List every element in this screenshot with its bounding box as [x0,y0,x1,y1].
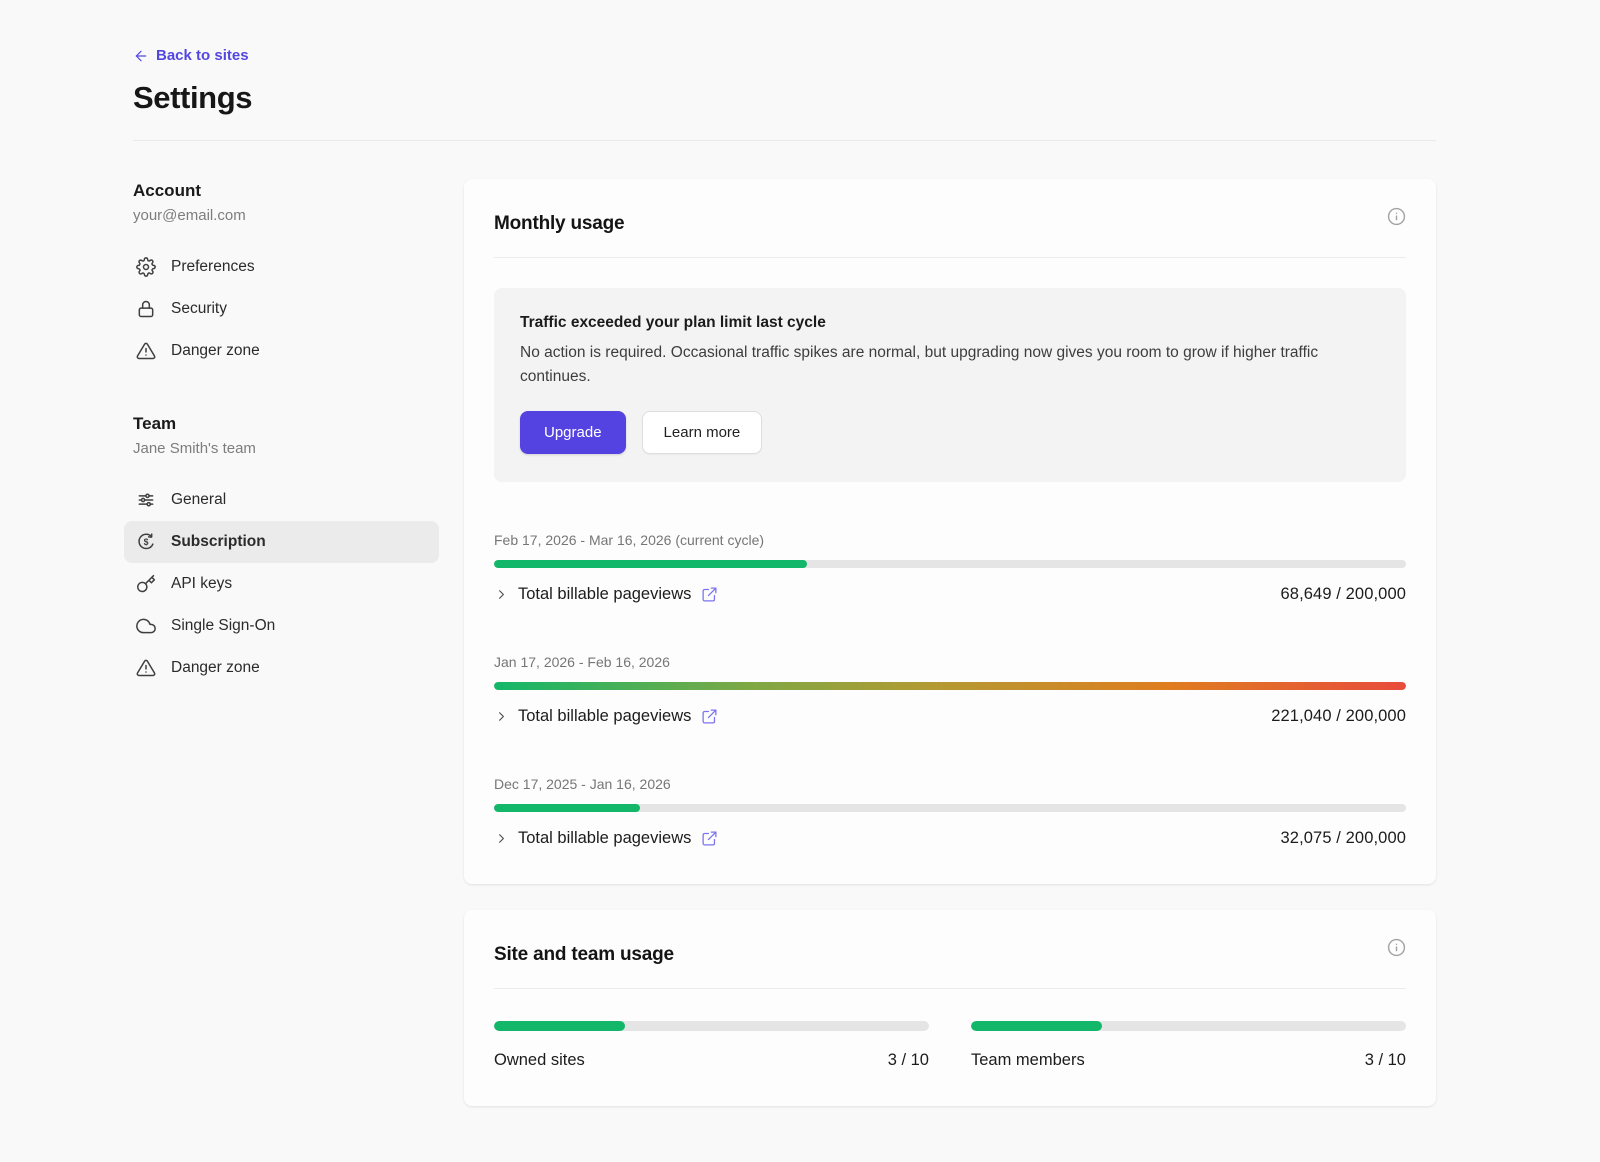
sidebar-item-label: Danger zone [171,659,260,677]
billable-pageviews-toggle[interactable]: Total billable pageviews [494,829,718,848]
team-section: Team Jane Smith's team General $ Subscri… [133,414,439,689]
sidebar-item-api-keys[interactable]: API keys [124,563,439,605]
usage-progress-track [494,682,1406,690]
usage-cycle: Feb 17, 2026 - Mar 16, 2026 (current cyc… [494,532,1406,604]
traffic-exceeded-notice: Traffic exceeded your plan limit last cy… [494,288,1406,482]
warning-triangle-icon [136,658,156,678]
meter-label: Owned sites [494,1051,585,1070]
meter-label: Team members [971,1051,1085,1070]
owned-sites-meter: Owned sites 3 / 10 [494,1021,929,1070]
sidebar-item-label: General [171,491,226,509]
usage-cycle: Dec 17, 2025 - Jan 16, 2026 Total billab… [494,776,1406,848]
info-icon[interactable] [1387,207,1406,226]
usage-progress-fill [494,682,1406,690]
warning-triangle-icon [136,341,156,361]
card-divider [494,257,1406,258]
learn-more-button[interactable]: Learn more [642,411,763,454]
usage-progress-track [494,560,1406,568]
team-name: Jane Smith's team [133,440,439,457]
card-divider [494,988,1406,989]
meter-value: 3 / 10 [888,1051,929,1070]
upgrade-button[interactable]: Upgrade [520,411,626,454]
sidebar-item-label: API keys [171,575,232,593]
sidebar-item-label: Subscription [171,533,266,551]
meter-value: 3 / 10 [1365,1051,1406,1070]
site-team-usage-title: Site and team usage [494,938,674,966]
sidebar-item-label: Preferences [171,258,255,276]
cycle-period: Jan 17, 2026 - Feb 16, 2026 [494,654,1406,670]
metric-label: Total billable pageviews [518,829,691,848]
team-nav: General $ Subscription API keys [124,479,439,689]
monthly-usage-title: Monthly usage [494,207,624,235]
chevron-right-icon [494,709,509,724]
site-team-usage-card: Site and team usage Owned sites 3 / 10 [464,910,1436,1106]
usage-value: 32,075 / 200,000 [1281,829,1406,848]
settings-content: Monthly usage Traffic exceeded your plan… [464,141,1436,1106]
monthly-usage-card: Monthly usage Traffic exceeded your plan… [464,179,1436,884]
metric-label: Total billable pageviews [518,707,691,726]
settings-page: Back to sites Settings Account your@emai… [0,0,1600,1106]
notice-title: Traffic exceeded your plan limit last cy… [520,314,1380,332]
settings-sidebar: Account your@email.com Preferences Secur… [133,141,439,689]
lock-icon [136,299,156,319]
notice-body: No action is required. Occasional traffi… [520,341,1380,389]
sidebar-item-subscription[interactable]: $ Subscription [124,521,439,563]
account-heading: Account [133,181,439,201]
arrow-left-icon [133,48,149,64]
back-link-label: Back to sites [156,47,249,64]
usage-value: 68,649 / 200,000 [1281,585,1406,604]
usage-value: 221,040 / 200,000 [1271,707,1406,726]
account-section: Account your@email.com Preferences Secur… [133,181,439,372]
chevron-right-icon [494,587,509,602]
external-link-icon[interactable] [701,830,718,847]
sidebar-item-preferences[interactable]: Preferences [124,246,439,288]
external-link-icon[interactable] [701,708,718,725]
usage-progress-fill [494,1021,625,1031]
team-members-meter: Team members 3 / 10 [971,1021,1406,1070]
usage-progress-fill [494,804,640,812]
sidebar-item-label: Security [171,300,227,318]
account-nav: Preferences Security Danger zone [124,246,439,372]
back-to-sites-link[interactable]: Back to sites [133,47,249,64]
team-heading: Team [133,414,439,434]
info-icon[interactable] [1387,938,1406,957]
billable-pageviews-toggle[interactable]: Total billable pageviews [494,707,718,726]
sliders-icon [136,490,156,510]
sidebar-item-team-danger-zone[interactable]: Danger zone [124,647,439,689]
sidebar-item-label: Danger zone [171,342,260,360]
usage-progress-fill [971,1021,1102,1031]
page-title: Settings [133,80,1436,116]
cycle-period: Feb 17, 2026 - Mar 16, 2026 (current cyc… [494,532,1406,548]
usage-progress-track [494,1021,929,1031]
cycle-period: Dec 17, 2025 - Jan 16, 2026 [494,776,1406,792]
cloud-icon [136,616,156,636]
svg-text:$: $ [144,537,149,547]
metric-label: Total billable pageviews [518,585,691,604]
usage-progress-fill [494,560,807,568]
sidebar-item-single-sign-on[interactable]: Single Sign-On [124,605,439,647]
sidebar-item-label: Single Sign-On [171,617,275,635]
external-link-icon[interactable] [701,586,718,603]
gear-icon [136,257,156,277]
billable-pageviews-toggle[interactable]: Total billable pageviews [494,585,718,604]
key-icon [136,574,156,594]
chevron-right-icon [494,831,509,846]
sidebar-item-account-danger-zone[interactable]: Danger zone [124,330,439,372]
account-email: your@email.com [133,207,439,224]
dollar-refresh-icon: $ [136,532,156,552]
sidebar-item-security[interactable]: Security [124,288,439,330]
sidebar-item-general[interactable]: General [124,479,439,521]
usage-cycle: Jan 17, 2026 - Feb 16, 2026 Total billab… [494,654,1406,726]
usage-progress-track [494,804,1406,812]
usage-progress-track [971,1021,1406,1031]
